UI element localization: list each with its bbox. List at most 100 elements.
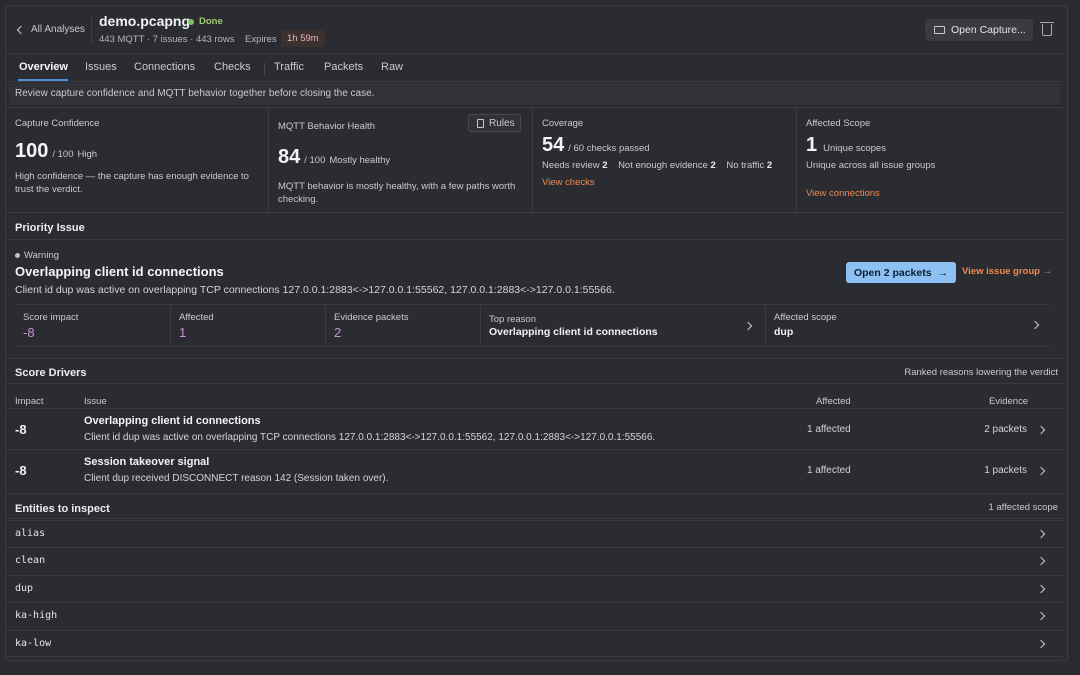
tab-raw[interactable]: Raw: [381, 61, 403, 73]
confidence-label: High: [77, 149, 98, 160]
section-title: Priority Issue: [15, 222, 85, 234]
chevron-right-icon: [743, 321, 753, 331]
table-row[interactable]: -8 Overlapping client id connections Cli…: [6, 408, 1067, 449]
section-title: Score Drivers: [15, 367, 87, 379]
severity-text: Warning: [24, 250, 60, 261]
review-banner: Review capture confidence and MQTT behav…: [9, 83, 1060, 105]
not-enough-evidence-label: Not enough evidence: [618, 160, 708, 171]
entity-name: dup: [15, 583, 34, 594]
tab-packets[interactable]: Packets: [324, 61, 363, 73]
mqtt-health-card: MQTT Behavior Health Rules 84 / 100 Most…: [269, 108, 533, 214]
folder-icon: [934, 26, 945, 34]
evidence-count: 2 packets: [984, 424, 1027, 435]
entity-name: ka-high: [15, 610, 58, 621]
issue-desc: Client id dup was active on overlapping …: [84, 432, 656, 443]
rules-button[interactable]: Rules: [468, 114, 521, 132]
scope-score: 1 Unique scopes: [806, 134, 886, 157]
view-checks-link[interactable]: View checks: [542, 177, 595, 188]
stat-label: Affected scope: [774, 312, 837, 323]
scrollbar[interactable]: [1063, 6, 1067, 660]
app-window: All Analyses demo.pcapng Done 443 MQTT ·…: [5, 5, 1068, 661]
active-tab-indicator: [18, 79, 68, 81]
card-title: MQTT Behavior Health: [278, 121, 375, 132]
tab-overview[interactable]: Overview: [19, 61, 68, 73]
column-header-evidence: Evidence: [989, 396, 1029, 407]
back-label: All Analyses: [31, 24, 85, 35]
list-item[interactable]: dup: [6, 575, 1067, 602]
section-subtitle: 1 affected scope: [988, 502, 1058, 513]
scope-value: 1: [806, 134, 818, 156]
affected-scope-card: Affected Scope 1 Unique scopes Unique ac…: [797, 108, 1060, 214]
scope-desc: Unique across all issue groups: [806, 160, 936, 171]
priority-issue-desc: Client id dup was active on overlapping …: [15, 284, 615, 296]
impact-value: -8: [15, 422, 27, 437]
affected-count: 1 affected: [807, 424, 851, 435]
summary-cards: Capture Confidence 100 / 100 High High c…: [6, 107, 1067, 214]
affected-count: 1 affected: [807, 465, 851, 476]
top-reason-stat[interactable]: Top reason Overlapping client id connect…: [481, 305, 766, 347]
affected-scope-stat[interactable]: Affected scope dup: [766, 305, 1050, 347]
coverage-out-of: / 60 checks passed: [568, 143, 650, 154]
open-capture-button[interactable]: Open Capture...: [925, 19, 1033, 41]
list-item[interactable]: alias: [6, 520, 1067, 547]
coverage-breakdown: Needs review 2 Not enough evidence 2 No …: [542, 160, 772, 171]
entity-name: ka-low: [15, 638, 52, 649]
stat-value: -8: [23, 325, 35, 340]
view-issue-group-label: View issue group: [962, 266, 1040, 277]
trash-icon[interactable]: [1040, 22, 1054, 36]
health-label: Mostly healthy: [329, 155, 391, 166]
coverage-value: 54: [542, 134, 565, 156]
health-out-of: / 100: [304, 155, 326, 166]
score-drivers-header: Score Drivers Ranked reasons lowering th…: [6, 358, 1067, 384]
table-row[interactable]: -8 Session takeover signal Client dup re…: [6, 449, 1067, 490]
issue-title: Overlapping client id connections: [84, 415, 261, 427]
health-score: 84 / 100 Mostly healthy: [278, 146, 390, 169]
not-enough-evidence-count: 2: [710, 160, 716, 171]
entities-header: Entities to inspect 1 affected scope: [6, 493, 1067, 519]
chevron-right-icon: [1036, 529, 1046, 539]
stat-value: 1: [179, 325, 187, 340]
stat-value: Overlapping client id connections: [489, 326, 658, 338]
priority-stats: Score impact -8 Affected 1 Evidence pack…: [15, 304, 1050, 347]
chevron-right-icon: [1030, 320, 1040, 330]
view-connections-link[interactable]: View connections: [806, 188, 880, 199]
needs-review-label: Needs review: [542, 160, 600, 171]
list-item[interactable]: clean: [6, 547, 1067, 574]
no-traffic-label: No traffic: [726, 160, 765, 171]
tab-traffic[interactable]: Traffic: [274, 61, 304, 73]
needs-review-count: 2: [602, 160, 608, 171]
chevron-right-icon: [1036, 425, 1046, 435]
issue-desc: Client dup received DISCONNECT reason 14…: [84, 473, 389, 484]
tab-issues[interactable]: Issues: [85, 61, 117, 73]
arrow-right-icon: →: [937, 266, 949, 279]
view-issue-group-link[interactable]: View issue group →: [962, 266, 1052, 277]
health-desc: MQTT behavior is mostly healthy, with a …: [278, 181, 516, 205]
list-item[interactable]: ka-low: [6, 630, 1067, 657]
back-to-analyses-link[interactable]: All Analyses: [16, 24, 85, 35]
tab-connections[interactable]: Connections: [134, 61, 195, 73]
chevron-right-icon: [1036, 639, 1046, 649]
column-header-affected: Affected: [816, 396, 851, 407]
stat-label: Evidence packets: [334, 312, 409, 323]
stat-value: dup: [774, 326, 794, 338]
column-header-issue: Issue: [84, 396, 107, 407]
chevron-left-icon: [16, 25, 26, 34]
tab-divider: [264, 63, 265, 75]
entity-name: alias: [15, 528, 46, 539]
file-name: demo.pcapng: [99, 13, 191, 29]
document-icon: [477, 118, 484, 128]
scope-label: Unique scopes: [823, 143, 886, 154]
list-item[interactable]: ka-high: [6, 602, 1067, 629]
section-subtitle: Ranked reasons lowering the verdict: [904, 367, 1058, 378]
stat-value: 2: [334, 325, 342, 340]
impact-value: -8: [15, 463, 27, 478]
affected-stat: Affected 1: [171, 305, 326, 347]
tab-checks[interactable]: Checks: [214, 61, 251, 73]
status-label: Done: [199, 16, 223, 27]
issue-title: Session takeover signal: [84, 456, 210, 468]
chevron-right-icon: [1036, 466, 1046, 476]
capture-confidence-card: Capture Confidence 100 / 100 High High c…: [6, 108, 269, 214]
open-packets-button[interactable]: Open 2 packets →: [846, 262, 956, 283]
confidence-score: 100 / 100 High: [15, 140, 97, 163]
priority-issue-header: Priority Issue: [6, 214, 1067, 240]
